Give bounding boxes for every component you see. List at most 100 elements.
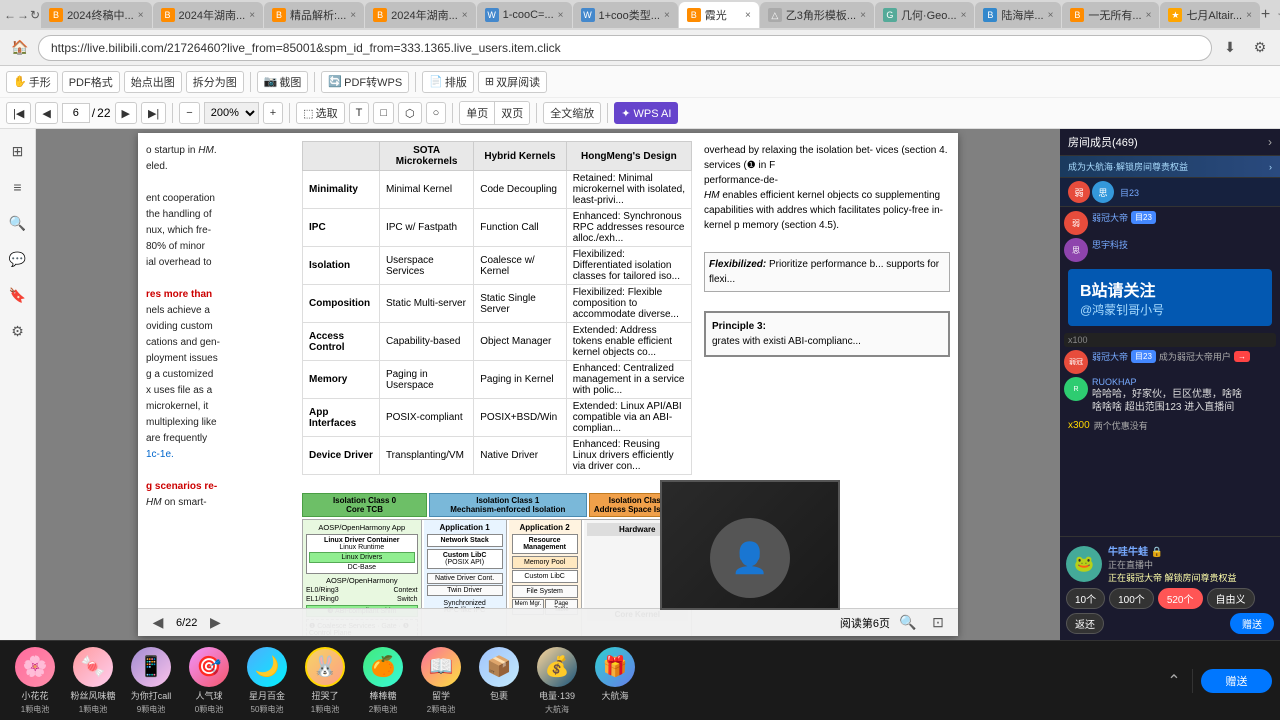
tab-1[interactable]: B 2024年湖南... × — [153, 2, 263, 28]
sidebar-comment-icon[interactable]: 💬 — [4, 245, 32, 273]
tab-6[interactable]: B 霞光 × — [679, 2, 759, 28]
send-gift-btn[interactable]: 赠送 — [1230, 613, 1274, 634]
format-btn[interactable]: 📄 排版 — [422, 71, 474, 93]
subscribe-banner[interactable]: 成为大航海·解锁房间尊贵权益 › — [1060, 156, 1280, 178]
flexibilized-label: Flexibilized: — [709, 259, 769, 270]
comparison-table: SOTA Microkernels Hybrid Kernels HongMen… — [302, 141, 692, 475]
coin-custom-btn[interactable]: 自由义 — [1207, 588, 1255, 609]
coin-back-btn[interactable]: 返还 — [1066, 613, 1104, 634]
gift-item-6[interactable]: 🍊 棒棒糖 2颗电池 — [356, 647, 410, 715]
gift-item-0[interactable]: 🌸 小花花 1颗电池 — [8, 647, 62, 715]
zoom-in-btn[interactable]: + — [263, 102, 283, 124]
text-tool-btn[interactable]: T — [349, 102, 370, 124]
pdf-prev-btn[interactable]: ◀ — [146, 611, 170, 635]
send-btn[interactable]: 赠送 — [1201, 669, 1272, 693]
gift-item-1[interactable]: 🍬 粉丝风味糖 1颗电池 — [66, 647, 120, 715]
tab-8-close[interactable]: × — [961, 10, 967, 21]
fit-width-btn[interactable]: 全文缩放 — [543, 102, 601, 124]
sidebar-bookmark-icon[interactable]: 🔖 — [4, 281, 32, 309]
tab-2-close[interactable]: × — [350, 10, 356, 21]
gift-item-5[interactable]: 🐰 扭哭了 1颗电池 — [298, 647, 352, 715]
circle-tool-btn[interactable]: ○ — [426, 102, 447, 124]
x300-label: x300 — [1068, 420, 1090, 431]
pdf-export-btn[interactable]: PDF格式 — [62, 71, 120, 93]
tab-0-favicon: B — [49, 8, 63, 22]
coin-520-btn[interactable]: 520个 — [1158, 588, 1203, 609]
tab-9-close[interactable]: × — [1048, 10, 1054, 21]
tab-3[interactable]: B 2024年湖南... × — [365, 2, 475, 28]
browser-settings-icon[interactable]: ⚙ — [1248, 36, 1272, 60]
dual-screen-btn[interactable]: ⊞ 双屏阅读 — [478, 71, 547, 93]
gift-item-4[interactable]: 🌙 星月百金 50颗电池 — [240, 647, 294, 715]
first-page-btn[interactable]: |◀ — [6, 102, 31, 124]
download-icon[interactable]: ⬇ — [1218, 36, 1242, 60]
page-number-input[interactable] — [62, 103, 90, 123]
coin-100-btn[interactable]: 100个 — [1109, 588, 1154, 609]
sidebar-thumbnail-icon[interactable]: ⊞ — [4, 137, 32, 165]
sidebar-search-icon[interactable]: 🔍 — [4, 209, 32, 237]
tab-4[interactable]: W 1-cooC=... × — [477, 2, 572, 28]
tab-11-close[interactable]: × — [1246, 10, 1252, 21]
left-text-0: o startup in HM. — [146, 143, 294, 159]
rect-tool-btn[interactable]: □ — [373, 102, 394, 124]
gift-icon-5: 🐰 — [305, 647, 345, 687]
tab-5-close[interactable]: × — [664, 10, 670, 21]
tab-4-close[interactable]: × — [558, 10, 564, 21]
chat-msg-0: 弱 弱冠大帝 目23 — [1064, 211, 1276, 235]
prev-page-btn[interactable]: ◀ — [35, 102, 57, 124]
sidebar-outline-icon[interactable]: ≡ — [4, 173, 32, 201]
select-tool-btn[interactable]: ⬚ 选取 — [296, 102, 344, 124]
coin-10-btn[interactable]: 10个 — [1066, 588, 1105, 609]
new-tab-btn[interactable]: + — [1261, 2, 1270, 28]
more-gifts-btn[interactable]: ⌃ — [1162, 661, 1186, 701]
polygon-tool-btn[interactable]: ⬡ — [398, 102, 422, 124]
tab-10[interactable]: B 一无所有... × — [1062, 2, 1159, 28]
tab-7-close[interactable]: × — [860, 10, 866, 21]
bookmark-star-icon[interactable]: ☆ — [1271, 3, 1280, 27]
wps-ai-btn[interactable]: ✦ WPS AI — [614, 102, 678, 124]
home-btn[interactable]: 🏠 — [8, 36, 32, 60]
zoom-select[interactable]: 200%150%100%75% — [204, 102, 259, 124]
pdf-fit-icon[interactable]: ⊡ — [926, 611, 950, 635]
tab-1-close[interactable]: × — [249, 10, 255, 21]
pdf-main-content: SOTA Microkernels Hybrid Kernels HongMen… — [298, 133, 698, 636]
pdf-zoom-icon[interactable]: 🔍 — [896, 611, 920, 635]
pdf-to-wps-btn[interactable]: 🔄 PDF转WPS — [321, 71, 409, 93]
gift-item-10[interactable]: 🎁 大航海 — [588, 647, 642, 715]
back-btn[interactable]: ← — [4, 3, 16, 27]
sidebar-settings-icon[interactable]: ⚙ — [4, 317, 32, 345]
left-text-5: 80% of minor — [146, 239, 294, 255]
screenshot-btn[interactable]: 📷 截图 — [257, 71, 309, 93]
tab-8[interactable]: G 几何·Geo... × — [875, 2, 974, 28]
forward-btn[interactable]: → — [17, 3, 29, 27]
hand-tool-btn[interactable]: ✋ 手形 — [6, 71, 58, 93]
last-page-btn[interactable]: ▶| — [141, 102, 166, 124]
gift-item-9[interactable]: 💰 电量·139 大航海 — [530, 647, 584, 715]
tab-0[interactable]: B 2024终稿中... × — [41, 2, 151, 28]
reload-btn[interactable]: ↻ — [30, 3, 40, 27]
tab-2[interactable]: B 精品解析:... × — [264, 2, 364, 28]
next-page-btn[interactable]: ▶ — [115, 102, 137, 124]
ref-link[interactable]: 1c-1e. — [146, 449, 174, 460]
tab-3-close[interactable]: × — [462, 10, 468, 21]
single-page-btn[interactable]: 单页 — [460, 102, 495, 124]
browser-frame: ← → ↻ B 2024终稿中... × B 2024年湖南... × B 精品… — [0, 0, 1280, 720]
row-0-2: Code Decoupling — [474, 171, 566, 209]
gift-item-2[interactable]: 📱 为你打call 9颗电池 — [124, 647, 178, 715]
tab-0-close[interactable]: × — [138, 10, 144, 21]
tab-11[interactable]: ★ 七月Altair... × — [1160, 2, 1259, 28]
gift-item-7[interactable]: 📖 留学 2颗电池 — [414, 647, 468, 715]
tab-10-close[interactable]: × — [1146, 10, 1152, 21]
zoom-out-btn[interactable]: − — [179, 102, 199, 124]
url-bar[interactable]: https://live.bilibili.com/21726460?live_… — [38, 35, 1212, 61]
gift-item-3[interactable]: 🎯 人气球 0颗电池 — [182, 647, 236, 715]
output-btn[interactable]: 始点出图 — [124, 71, 182, 93]
split-btn[interactable]: 拆分为图 — [186, 71, 244, 93]
double-page-btn[interactable]: 双页 — [495, 102, 529, 124]
tab-6-close[interactable]: × — [745, 10, 751, 21]
tab-7[interactable]: △ 乙3角形模板... × — [760, 2, 874, 28]
tab-5[interactable]: W 1+coo类型... × — [573, 2, 678, 28]
pdf-next-btn[interactable]: ▶ — [203, 611, 227, 635]
gift-item-8[interactable]: 📦 包裹 — [472, 647, 526, 715]
tab-9[interactable]: B 陆海岸... × — [975, 2, 1061, 28]
